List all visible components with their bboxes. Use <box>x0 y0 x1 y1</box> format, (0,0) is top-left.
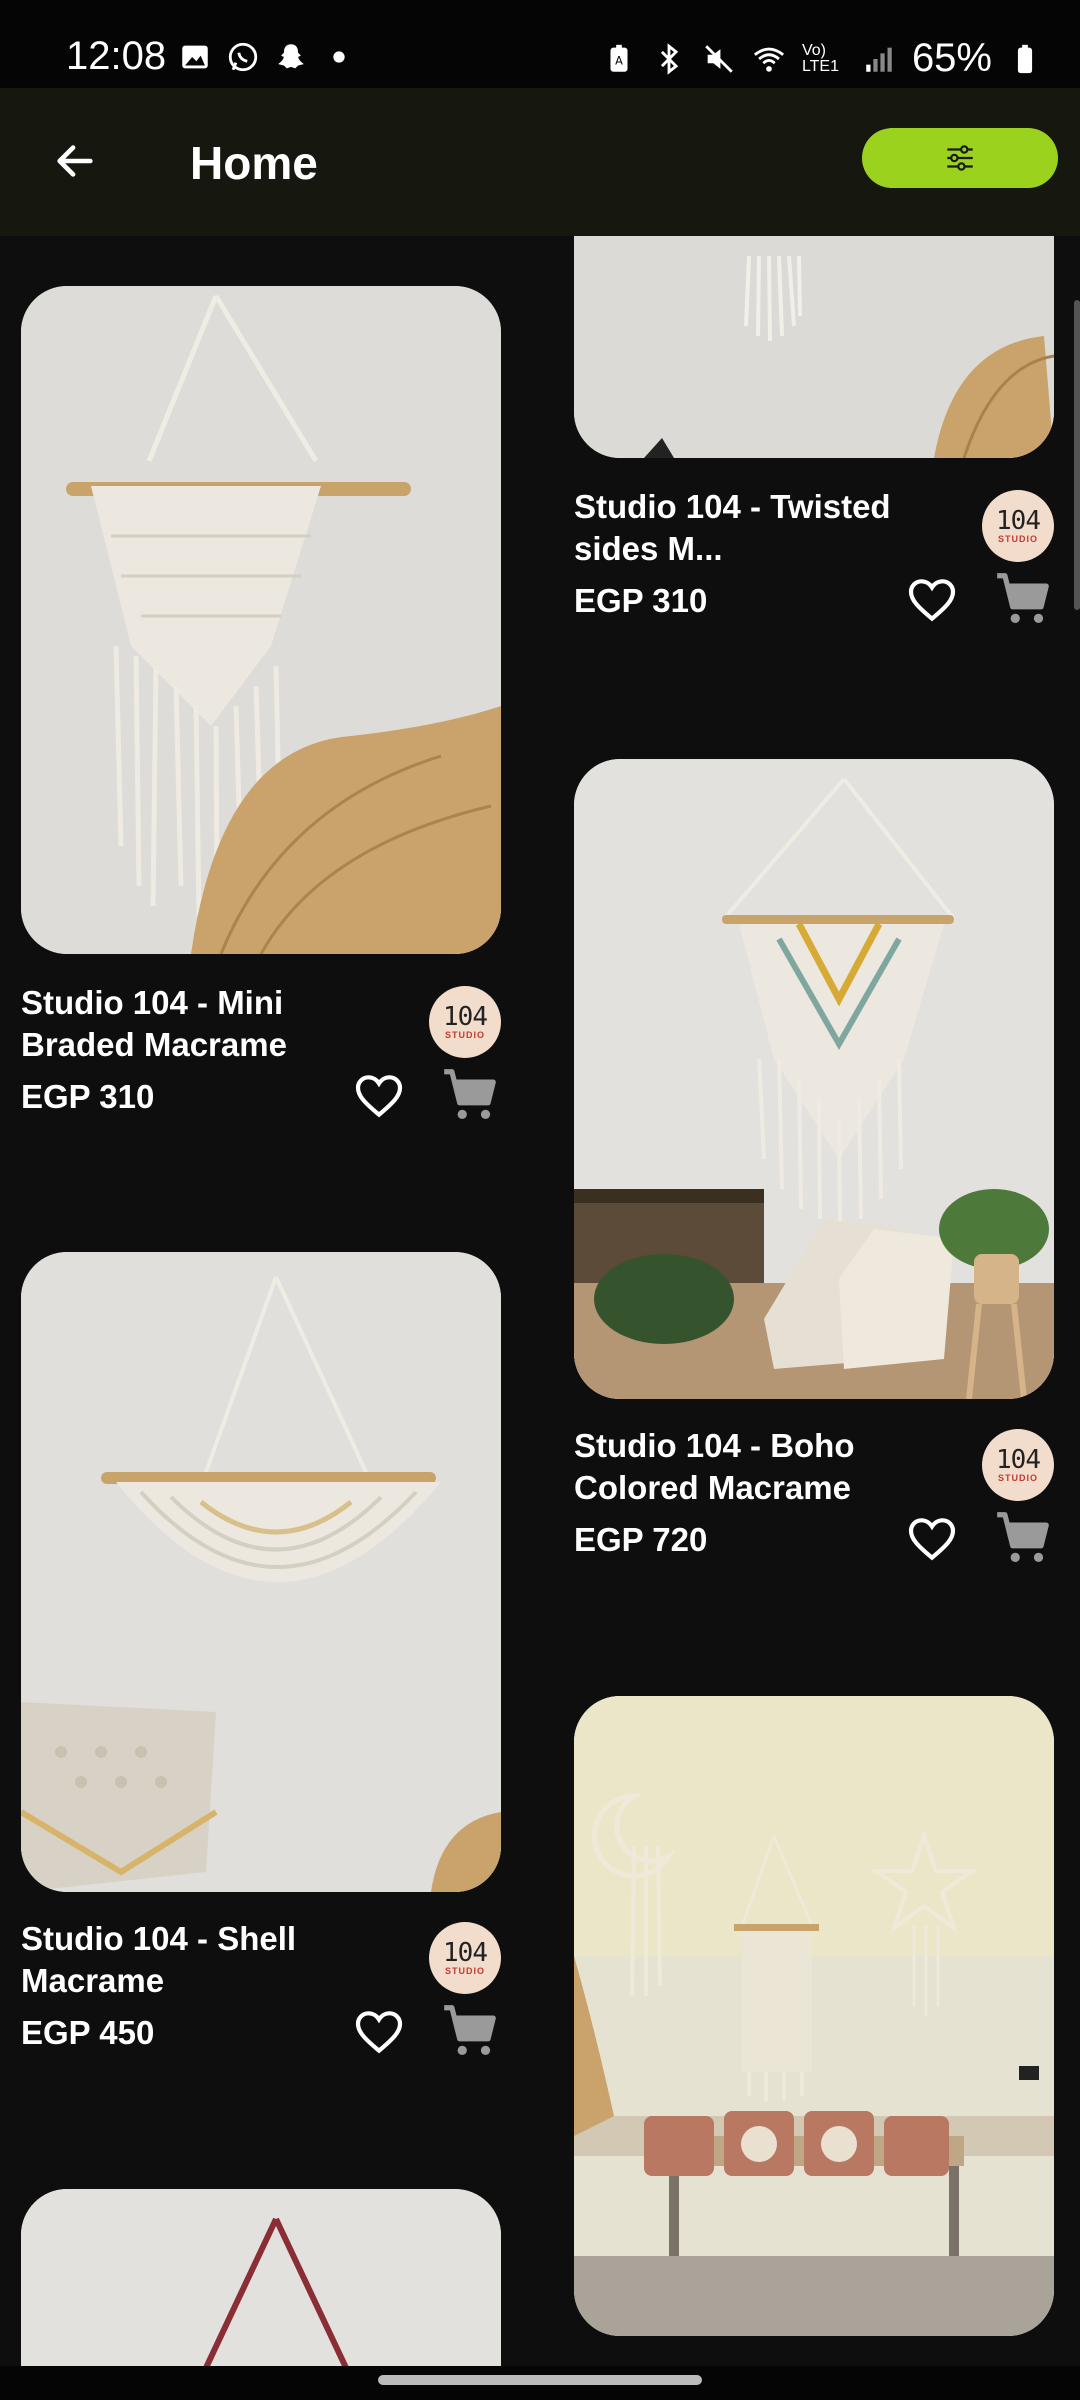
product-price: EGP 310 <box>574 582 708 619</box>
store-logo-text: STUDIO <box>997 534 1038 544</box>
store-logo-number: 104 <box>443 1002 488 1032</box>
heart-icon[interactable] <box>351 1068 407 1124</box>
store-logo[interactable]: 104 STUDIO <box>429 1922 501 1994</box>
app-header: Home <box>0 88 1080 236</box>
heart-icon[interactable] <box>904 1511 960 1567</box>
battery-percent: 65% <box>911 36 992 80</box>
notification-icons <box>178 40 356 74</box>
product-image[interactable] <box>21 1252 501 1892</box>
store-logo-text: STUDIO <box>444 1030 485 1040</box>
product-grid[interactable]: Studio 104 - Twisted sides M... 104 STUD… <box>0 236 1080 2366</box>
status-time: 12:08 <box>66 34 167 78</box>
bluetooth-icon <box>660 42 679 75</box>
product-card[interactable]: Studio 104 - Twisted sides M... 104 STUD… <box>574 236 1054 624</box>
wifi-icon <box>753 47 784 72</box>
dot-icon <box>333 51 345 63</box>
store-logo[interactable]: 104 STUDIO <box>982 490 1054 562</box>
product-card[interactable]: Studio 104 - Shell Macrame 104 STUDIO EG… <box>21 1252 501 2056</box>
heart-icon[interactable] <box>351 2004 407 2060</box>
product-title[interactable]: Studio 104 - Boho Colored Macrame <box>574 1425 954 1509</box>
product-title[interactable]: Studio 104 - Shell Macrame <box>21 1918 401 2002</box>
heart-icon[interactable] <box>904 572 960 628</box>
product-card[interactable] <box>574 1696 1054 2336</box>
network-type-label: Vo) LTE1 <box>801 41 839 75</box>
back-button[interactable] <box>40 126 110 196</box>
product-card[interactable]: Studio 104 - Mini Braded Macrame 104 STU… <box>21 286 501 1120</box>
product-photo-wall-set <box>574 1696 1054 2336</box>
whatsapp-icon <box>228 42 258 72</box>
product-image[interactable] <box>21 2189 501 2366</box>
store-logo-text: STUDIO <box>997 1473 1038 1483</box>
battery-icon <box>1017 44 1033 73</box>
signal-icon <box>866 47 892 72</box>
store-logo[interactable]: 104 STUDIO <box>429 986 501 1058</box>
page-title: Home <box>190 137 318 189</box>
mute-icon <box>705 44 733 73</box>
product-image[interactable] <box>21 286 501 954</box>
store-logo-number: 104 <box>996 506 1041 536</box>
store-logo-text: STUDIO <box>444 1966 485 1976</box>
store-logo-number: 104 <box>443 1938 488 1968</box>
store-logo[interactable]: 104 STUDIO <box>982 1429 1054 1501</box>
cart-icon[interactable] <box>992 568 1054 630</box>
product-card[interactable] <box>21 2189 501 2366</box>
product-image[interactable] <box>574 1696 1054 2336</box>
product-photo-mini-braded <box>21 286 501 954</box>
battery-saver-icon: A <box>610 44 628 72</box>
product-image[interactable] <box>574 759 1054 1399</box>
back-arrow-icon <box>57 145 93 177</box>
product-title[interactable]: Studio 104 - Mini Braded Macrame <box>21 982 401 1066</box>
status-bar: 12:08 A Vo) LTE1 65% <box>0 0 1080 88</box>
scrollbar[interactable] <box>1074 300 1080 610</box>
cart-icon[interactable] <box>439 2000 501 2062</box>
cart-icon[interactable] <box>439 1064 501 1126</box>
gallery-icon <box>182 45 208 69</box>
product-price: EGP 720 <box>574 1521 708 1558</box>
product-photo-shell <box>21 1252 501 1892</box>
filter-button[interactable] <box>862 128 1058 188</box>
system-icons: A Vo) LTE1 65% <box>602 36 1042 81</box>
product-title[interactable]: Studio 104 - Twisted sides M... <box>574 486 954 570</box>
product-photo-partial <box>21 2189 501 2366</box>
product-image[interactable] <box>574 236 1054 458</box>
home-indicator[interactable] <box>378 2375 702 2385</box>
store-logo-number: 104 <box>996 1445 1041 1475</box>
system-nav-bar <box>0 2366 1080 2400</box>
product-photo-twisted-sides <box>574 236 1054 458</box>
cart-icon[interactable] <box>992 1507 1054 1569</box>
product-card[interactable]: Studio 104 - Boho Colored Macrame 104 ST… <box>574 759 1054 1563</box>
product-price: EGP 310 <box>21 1078 155 1115</box>
svg-text:A: A <box>615 53 623 67</box>
snapchat-icon <box>278 44 304 69</box>
product-photo-boho-colored <box>574 759 1054 1399</box>
product-price: EGP 450 <box>21 2014 155 2051</box>
filter-sliders-icon <box>947 145 973 171</box>
